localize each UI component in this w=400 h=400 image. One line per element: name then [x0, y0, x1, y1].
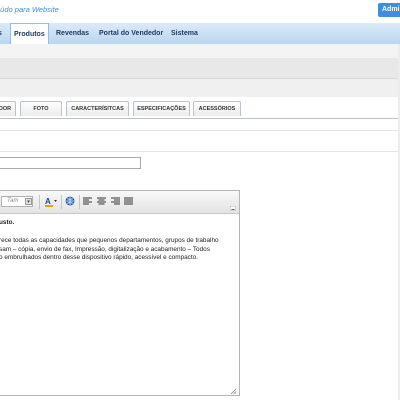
collapse-toolbar-icon[interactable] [229, 205, 237, 212]
align-left-icon[interactable] [83, 197, 92, 207]
tab-caracteristicas[interactable]: CARACTERÍSITCAS [66, 101, 129, 116]
align-center-icon[interactable] [97, 197, 106, 207]
font-size-select[interactable]: Tam ▾ [1, 196, 33, 207]
toolbar-separator [79, 195, 80, 209]
align-right-icon[interactable] [111, 197, 120, 207]
chevron-down-icon[interactable]: ▾ [25, 198, 32, 205]
main-nav: s Produtos Revendas Portal do Vendedor S… [0, 23, 400, 45]
tab-especificacoes[interactable]: ESPECIFICAÇÕES [133, 101, 190, 116]
font-size-placeholder: Tam [7, 198, 19, 204]
tab-foto[interactable]: FOTO [20, 101, 62, 116]
section-band [0, 79, 400, 97]
nav-item-portal-do-vendedor[interactable]: Portal do Vendedor [99, 23, 163, 44]
editor-toolbar: Tam ▾ A [0, 191, 239, 214]
nav-item-sistema[interactable]: Sistema [171, 23, 198, 44]
product-name-field[interactable] [0, 157, 141, 169]
toolbar-separator [39, 195, 40, 209]
tab-vendedor[interactable]: DOR [0, 101, 16, 116]
product-tab-strip: DOR FOTO CARACTERÍSITCAS ESPECIFICAÇÕES … [0, 101, 400, 119]
nav-item-produtos[interactable]: Produtos [10, 23, 49, 44]
text-color-icon[interactable]: A [44, 195, 58, 208]
link-icon[interactable] [65, 196, 75, 206]
app-title: eúdo para Website [0, 5, 59, 14]
top-header: eúdo para Website Admi [0, 0, 400, 22]
svg-text:A: A [45, 197, 51, 206]
rich-text-editor: Tam ▾ A usto. rece todas as capacidades … [0, 190, 240, 396]
align-justify-icon[interactable] [124, 197, 133, 207]
sub-header-band [0, 44, 400, 58]
content-heading: usto. [0, 219, 15, 226]
toolbar-band [0, 58, 400, 79]
content-line: sam – cópia, envio de fax, Impressão, di… [0, 245, 210, 253]
admin-button[interactable]: Admi [378, 3, 400, 17]
row-divider [0, 130, 400, 131]
tab-acessorios[interactable]: ACESSÓRIOS [193, 101, 241, 116]
nav-item-partial[interactable]: s [0, 23, 2, 44]
row-divider [0, 151, 400, 152]
nav-item-revendas[interactable]: Revendas [56, 23, 89, 44]
content-line: o embrulhados dentro desse dispositivo r… [0, 254, 198, 261]
toolbar-separator [61, 195, 62, 209]
resize-handle-icon[interactable] [229, 387, 237, 395]
content-line: rece todas as capacidades que pequenos d… [0, 237, 219, 244]
